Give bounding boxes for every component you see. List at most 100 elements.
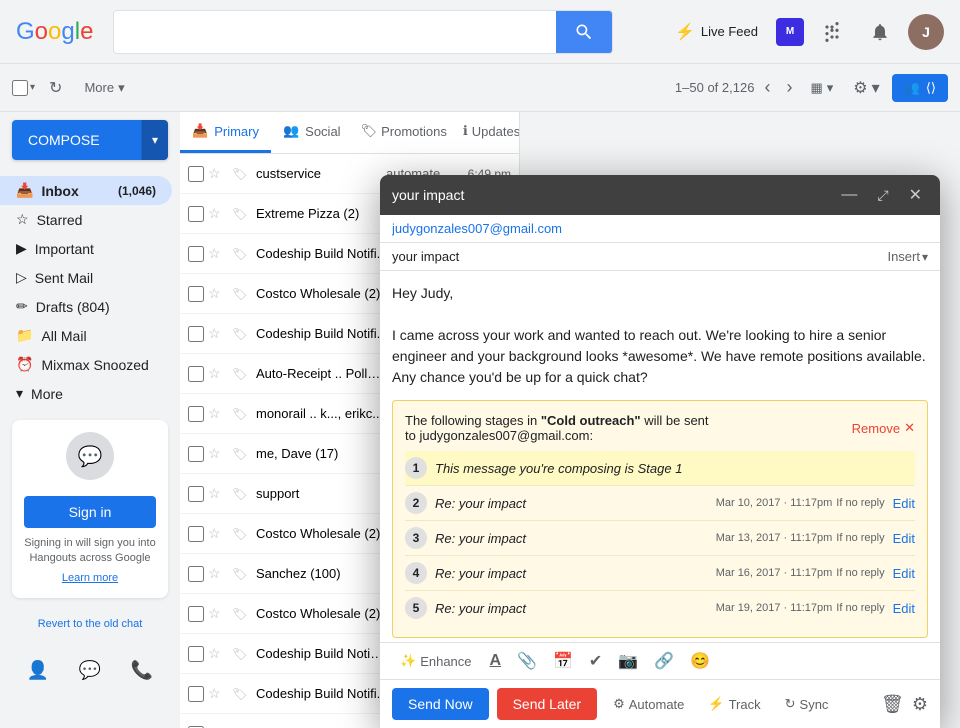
minimize-button[interactable]: — <box>835 183 863 207</box>
row-checkbox[interactable] <box>188 406 204 422</box>
phone-icon[interactable]: 📞 <box>125 654 159 687</box>
row-checkbox[interactable] <box>188 446 204 462</box>
more-button[interactable]: More ▾ <box>74 76 134 100</box>
check-button[interactable]: ✔ <box>583 647 608 675</box>
star-icon[interactable]: ☆ <box>208 325 228 342</box>
tab-promotions[interactable]: 🏷 Promotions <box>353 112 455 153</box>
delete-compose-button[interactable]: 🗑 <box>881 694 904 715</box>
star-icon[interactable]: ☆ <box>208 685 228 702</box>
link-button[interactable]: 🔗 <box>648 647 680 675</box>
close-button[interactable]: ✕ <box>903 183 928 207</box>
star-icon[interactable]: ☆ <box>208 645 228 662</box>
insert-chevron-icon[interactable]: ▾ <box>922 250 928 264</box>
settings-button[interactable]: ⚙ ▾ <box>845 74 887 102</box>
star-icon[interactable]: ☆ <box>208 565 228 582</box>
nav-item-inbox[interactable]: 📥 Inbox (1,046) <box>0 176 172 205</box>
star-icon[interactable]: ☆ <box>208 245 228 262</box>
attach-button[interactable]: 📎 <box>511 647 543 675</box>
tab-primary[interactable]: 📥 Primary <box>180 112 271 153</box>
star-icon[interactable]: ☆ <box>208 405 228 422</box>
row-checkbox[interactable] <box>188 486 204 502</box>
format-text-icon: A <box>490 652 502 669</box>
stage-3-edit[interactable]: Edit <box>893 531 915 546</box>
stage-2-edit[interactable]: Edit <box>893 496 915 511</box>
app-grid-button[interactable] <box>812 12 852 52</box>
star-icon[interactable]: ☆ <box>208 525 228 542</box>
sender-name: monorail .. k..., erikc.. <box>256 406 386 421</box>
star-icon[interactable]: ☆ <box>208 485 228 502</box>
sign-in-button[interactable]: Sign in <box>24 496 156 528</box>
search-button[interactable] <box>556 10 612 54</box>
select-dropdown-button[interactable]: ▾ <box>28 80 37 95</box>
row-checkbox[interactable] <box>188 366 204 382</box>
row-checkbox[interactable] <box>188 686 204 702</box>
emoji-button[interactable]: 😊 <box>684 647 716 675</box>
sync-button[interactable]: ↻ Sync <box>777 692 837 716</box>
nav-item-mixmax[interactable]: ⏰ Mixmax Snoozed <box>0 350 172 379</box>
row-checkbox[interactable] <box>188 286 204 302</box>
stage-5-edit[interactable]: Edit <box>893 601 915 616</box>
avatar-button[interactable]: J <box>908 14 944 50</box>
stage-5-subject: Re: your impact <box>435 601 716 616</box>
notification-button[interactable] <box>860 12 900 52</box>
row-checkbox[interactable] <box>188 606 204 622</box>
row-checkbox[interactable] <box>188 326 204 342</box>
star-icon[interactable]: ☆ <box>208 285 228 302</box>
nav-item-all[interactable]: 📁 All Mail <box>0 321 172 350</box>
automate-button[interactable]: ⚙ Automate <box>605 692 692 716</box>
nav-item-more[interactable]: ▾ More <box>0 379 172 408</box>
next-page-button[interactable]: › <box>780 73 798 102</box>
stage-4-edit[interactable]: Edit <box>893 566 915 581</box>
compose-to-input[interactable] <box>392 221 928 236</box>
people-button[interactable]: 👥 ⟨⟩ <box>892 74 948 102</box>
learn-more-link[interactable]: Learn more <box>24 571 156 586</box>
nav-item-starred[interactable]: ☆ Starred <box>0 205 172 234</box>
expand-button[interactable]: ⤢ <box>871 183 894 207</box>
promotions-tab-icon: 🏷 <box>361 123 378 139</box>
nav-item-sent[interactable]: ▷ Sent Mail <box>0 263 172 292</box>
live-feed-btn[interactable]: ⚡ Live Feed <box>665 16 768 48</box>
mixmax-logo[interactable]: M <box>776 18 804 46</box>
more-compose-options-button[interactable]: ⚙ <box>912 694 928 715</box>
tab-social[interactable]: 👥 Social <box>271 112 353 153</box>
tab-updates[interactable]: ℹ Updates <box>455 112 520 153</box>
enhance-button[interactable]: ✨ Enhance <box>392 649 480 673</box>
nav-item-drafts[interactable]: ✏ Drafts (804) <box>0 292 172 321</box>
calendar-button[interactable]: 📅 <box>547 647 579 675</box>
star-icon[interactable]: ☆ <box>208 365 228 382</box>
insert-label[interactable]: Insert <box>887 249 920 264</box>
google-logo[interactable]: Google <box>16 18 93 46</box>
revert-link[interactable]: Revert to the old chat <box>0 610 180 638</box>
send-now-button[interactable]: Send Now <box>392 688 489 720</box>
row-checkbox[interactable] <box>188 206 204 222</box>
hangouts-icon[interactable]: 💬 <box>73 654 107 687</box>
person-icon[interactable]: 👤 <box>21 654 55 687</box>
star-icon[interactable]: ☆ <box>208 605 228 622</box>
compose-body[interactable]: Hey Judy, I came across your work and wa… <box>380 271 940 400</box>
row-checkbox[interactable] <box>188 646 204 662</box>
format-button[interactable]: A <box>484 648 508 674</box>
remove-button[interactable]: Remove ✕ <box>852 420 915 436</box>
star-icon[interactable]: ☆ <box>208 445 228 462</box>
view-toggle-button[interactable]: ▦ ▾ <box>802 76 841 100</box>
star-icon[interactable]: ☆ <box>208 205 228 222</box>
compose-button[interactable]: COMPOSE <box>12 120 141 160</box>
compose-subject-input[interactable] <box>392 249 887 264</box>
refresh-button[interactable]: ↻ <box>41 74 70 102</box>
sequence-header-text: The following stages in "Cold outreach" … <box>405 413 844 443</box>
select-all-checkbox[interactable] <box>12 80 28 96</box>
bell-icon <box>870 22 890 42</box>
compose-split-button[interactable]: ▾ <box>141 120 168 160</box>
search-input[interactable] <box>114 23 556 41</box>
star-icon[interactable]: ☆ <box>208 165 228 182</box>
photo-button[interactable]: 📷 <box>612 647 644 675</box>
prev-page-button[interactable]: ‹ <box>758 73 776 102</box>
row-checkbox[interactable] <box>188 166 204 182</box>
row-checkbox[interactable] <box>188 566 204 582</box>
send-later-button[interactable]: Send Later <box>497 688 598 720</box>
nav-item-important[interactable]: ▶ Important <box>0 234 172 263</box>
compose-wrapper: COMPOSE ▾ <box>12 120 168 160</box>
track-button[interactable]: ⚡ Track <box>700 692 768 716</box>
row-checkbox[interactable] <box>188 246 204 262</box>
row-checkbox[interactable] <box>188 526 204 542</box>
